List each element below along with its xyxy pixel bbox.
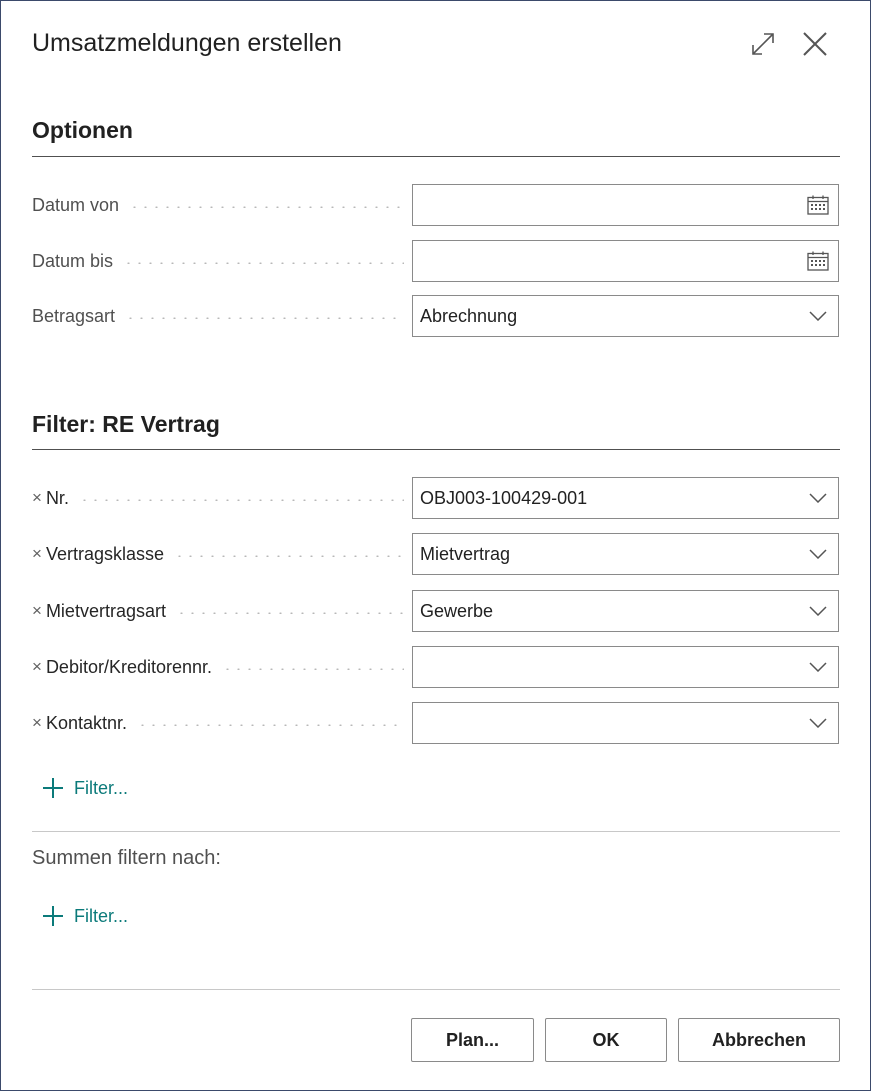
field-row-datum-von: Datum von bbox=[32, 184, 840, 226]
field-label: Nr. bbox=[45, 487, 69, 508]
leader-dots bbox=[175, 612, 404, 614]
plan-button[interactable]: Plan... bbox=[411, 1018, 534, 1062]
kontaktnr-filter-select[interactable] bbox=[412, 702, 839, 744]
field-label: Betragsart bbox=[32, 305, 116, 326]
leader-dots bbox=[137, 724, 404, 726]
field-value: Gewerbe bbox=[420, 600, 494, 621]
mietvertragsart-filter-select[interactable]: Gewerbe bbox=[412, 590, 839, 632]
field-label: Mietvertragsart bbox=[45, 600, 166, 621]
calendar-icon[interactable] bbox=[798, 241, 838, 281]
section-title-filter: Filter: RE Vertrag bbox=[32, 411, 220, 437]
leader-dots bbox=[222, 668, 404, 670]
chevron-down-icon[interactable] bbox=[798, 703, 838, 743]
filter-row-vertragsklasse: × Vertragsklasse Mietvertrag bbox=[32, 533, 840, 575]
field-value: OBJ003-100429-001 bbox=[420, 487, 588, 508]
add-filter-label: Filter... bbox=[74, 777, 129, 798]
chevron-down-icon[interactable] bbox=[798, 296, 838, 336]
leader-dots bbox=[129, 206, 404, 208]
filter-row-debitor: × Debitor/Kreditorennr. bbox=[32, 646, 840, 688]
close-icon[interactable] bbox=[800, 29, 830, 59]
dialog-title: Umsatzmeldungen erstellen bbox=[32, 29, 342, 57]
chevron-down-icon[interactable] bbox=[798, 478, 838, 518]
dialog: Umsatzmeldungen erstellen Optionen Datum… bbox=[0, 0, 871, 1091]
ok-button[interactable]: OK bbox=[545, 1018, 667, 1062]
vertragsklasse-filter-select[interactable]: Mietvertrag bbox=[412, 533, 839, 575]
datum-bis-input[interactable] bbox=[412, 240, 839, 282]
expand-icon[interactable] bbox=[748, 29, 778, 59]
section-title-options: Optionen bbox=[32, 117, 133, 143]
title-actions bbox=[748, 29, 830, 59]
divider bbox=[32, 831, 840, 832]
cancel-button[interactable]: Abbrechen bbox=[678, 1018, 840, 1062]
plus-icon bbox=[43, 778, 63, 798]
nr-filter-select[interactable]: OBJ003-100429-001 bbox=[412, 477, 839, 519]
remove-filter-icon[interactable]: × bbox=[32, 601, 42, 621]
field-value: Mietvertrag bbox=[420, 543, 511, 564]
leader-dots bbox=[78, 499, 404, 501]
field-label: Vertragsklasse bbox=[45, 543, 164, 564]
filter-row-mietvertragsart: × Mietvertragsart Gewerbe bbox=[32, 590, 840, 632]
chevron-down-icon[interactable] bbox=[798, 647, 838, 687]
field-row-betragsart: Betragsart Abrechnung bbox=[32, 295, 840, 337]
datum-von-input[interactable] bbox=[412, 184, 839, 226]
field-label: Debitor/Kreditorennr. bbox=[45, 656, 213, 677]
field-value: Abrechnung bbox=[420, 305, 518, 326]
plus-icon bbox=[43, 906, 63, 926]
chevron-down-icon[interactable] bbox=[798, 534, 838, 574]
filter-row-kontaktnr: × Kontaktnr. bbox=[32, 702, 840, 744]
leader-dots bbox=[123, 262, 404, 264]
field-label: Kontaktnr. bbox=[45, 712, 127, 733]
remove-filter-icon[interactable]: × bbox=[32, 544, 42, 564]
remove-filter-icon[interactable]: × bbox=[32, 488, 42, 508]
betragsart-select[interactable]: Abrechnung bbox=[412, 295, 839, 337]
filter-row-nr: × Nr. OBJ003-100429-001 bbox=[32, 477, 840, 519]
leader-dots bbox=[174, 555, 404, 557]
totals-filter-label: Summen filtern nach: bbox=[32, 847, 221, 869]
section-divider bbox=[32, 156, 840, 157]
field-label: Datum bis bbox=[32, 250, 114, 271]
field-row-datum-bis: Datum bis bbox=[32, 240, 840, 282]
footer-divider bbox=[32, 989, 840, 990]
field-label: Datum von bbox=[32, 194, 120, 215]
remove-filter-icon[interactable]: × bbox=[32, 657, 42, 677]
calendar-icon[interactable] bbox=[798, 185, 838, 225]
add-totals-filter-button[interactable]: Filter... bbox=[42, 901, 128, 931]
add-filter-label: Filter... bbox=[74, 905, 129, 926]
add-filter-button[interactable]: Filter... bbox=[42, 773, 128, 803]
leader-dots bbox=[125, 317, 404, 319]
debitor-filter-select[interactable] bbox=[412, 646, 839, 688]
chevron-down-icon[interactable] bbox=[798, 591, 838, 631]
remove-filter-icon[interactable]: × bbox=[32, 713, 42, 733]
section-divider bbox=[32, 449, 840, 450]
